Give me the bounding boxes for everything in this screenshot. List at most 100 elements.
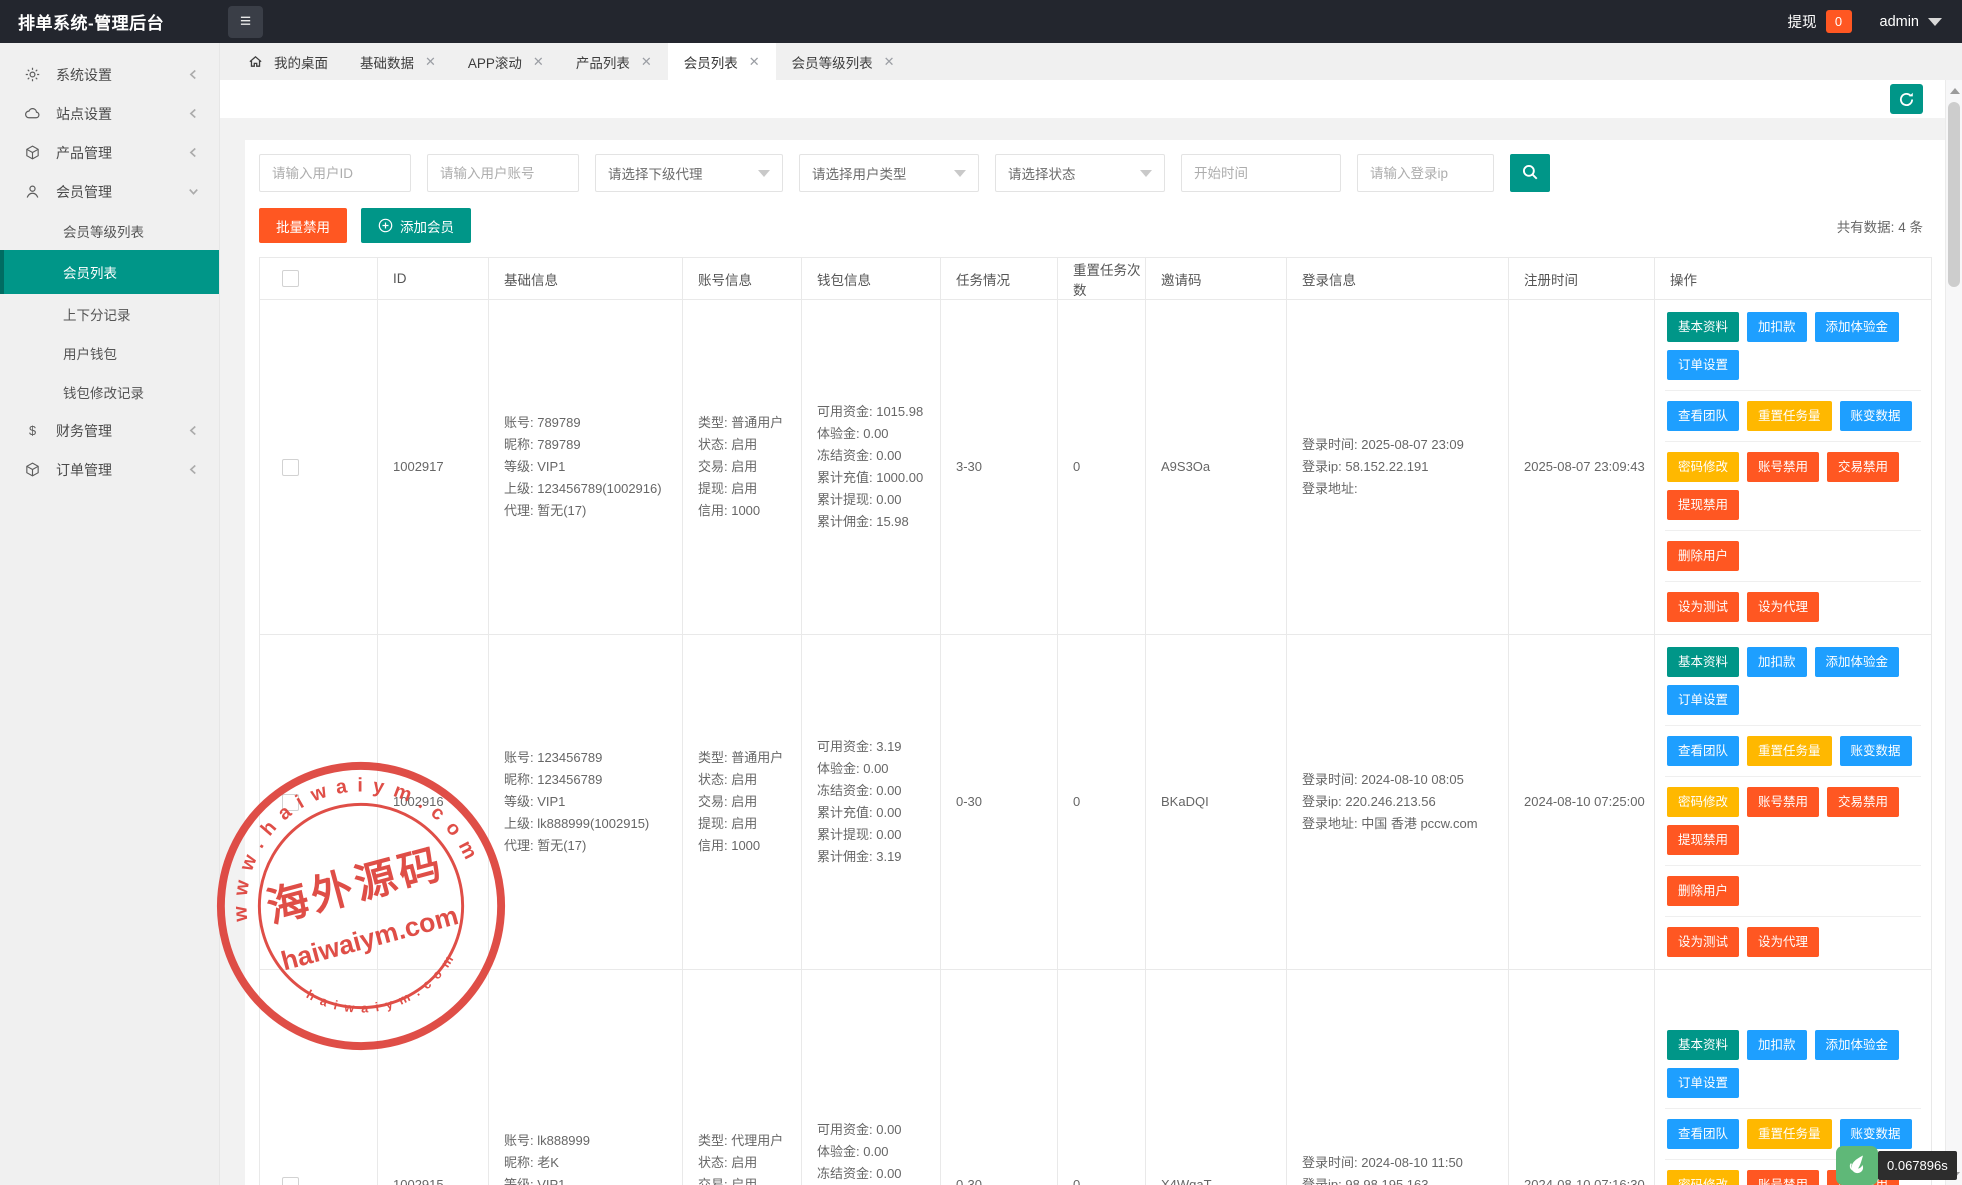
base-info-cell: 账号: 123456789昵称: 123456789等级: VIP1上级: lk…	[489, 635, 683, 970]
user-type-select[interactable]: 请选择用户类型	[799, 154, 979, 192]
action-button[interactable]: 基本资料	[1667, 1030, 1739, 1060]
action-button[interactable]: 重置任务量	[1747, 1119, 1832, 1149]
invite-code-cell: A9S3Oa	[1146, 300, 1287, 635]
info-line: 登录时间: 2025-08-07 23:09	[1302, 434, 1500, 456]
withdraw-count-badge: 0	[1826, 10, 1852, 33]
tab-close-icon[interactable]: ✕	[749, 55, 760, 68]
select-all-checkbox[interactable]	[282, 270, 299, 287]
info-line: 等级: VIP1	[504, 1174, 674, 1185]
action-button[interactable]: 账变数据	[1840, 1119, 1912, 1149]
action-button[interactable]: 查看团队	[1667, 1119, 1739, 1149]
action-button[interactable]: 添加体验金	[1815, 1030, 1900, 1060]
action-button[interactable]: 加扣款	[1747, 312, 1807, 342]
sidebar-subitem[interactable]: 会员列表	[0, 250, 219, 294]
tab-item[interactable]: 会员等级列表✕	[776, 43, 911, 80]
action-button[interactable]: 查看团队	[1667, 736, 1739, 766]
tab-item[interactable]: 我的桌面	[232, 43, 344, 80]
batch-disable-button[interactable]: 批量禁用	[259, 208, 347, 243]
tab-close-icon[interactable]: ✕	[641, 55, 652, 68]
scroll-up-arrow[interactable]	[1946, 82, 1962, 99]
row-select-cell	[260, 300, 378, 635]
action-button[interactable]: 删除用户	[1667, 876, 1739, 906]
status-select[interactable]: 请选择状态	[995, 154, 1165, 192]
reset-count-cell: 0	[1058, 635, 1146, 970]
agent-select[interactable]: 请选择下级代理	[595, 154, 783, 192]
action-button[interactable]: 账变数据	[1840, 736, 1912, 766]
user-account-input[interactable]	[427, 154, 579, 192]
sidebar-subitem[interactable]: 用户钱包	[0, 333, 219, 372]
tab-item[interactable]: 产品列表✕	[560, 43, 668, 80]
tab-item[interactable]: APP滚动✕	[452, 43, 560, 80]
add-member-label: 添加会员	[400, 216, 454, 236]
action-button[interactable]: 交易禁用	[1827, 452, 1899, 482]
action-button[interactable]: 查看团队	[1667, 401, 1739, 431]
info-line: 账号: lk888999	[504, 1130, 674, 1152]
sidebar-item[interactable]: 系统设置	[0, 55, 219, 94]
scrollbar-thumb[interactable]	[1948, 102, 1960, 287]
layui-logo-icon[interactable]	[1836, 1146, 1878, 1185]
action-button[interactable]: 重置任务量	[1747, 736, 1832, 766]
row-checkbox[interactable]	[282, 794, 299, 811]
action-button[interactable]: 删除用户	[1667, 541, 1739, 571]
tab-item[interactable]: 基础数据✕	[344, 43, 452, 80]
hamburger-menu-button[interactable]: ≡	[228, 6, 263, 38]
action-button[interactable]: 账变数据	[1840, 401, 1912, 431]
start-time-input[interactable]	[1181, 154, 1341, 192]
info-line: 上级: 123456789(1002916)	[504, 478, 674, 500]
action-button[interactable]: 设为代理	[1747, 927, 1819, 957]
user-id-input[interactable]	[259, 154, 411, 192]
row-checkbox[interactable]	[282, 459, 299, 476]
action-button[interactable]: 加扣款	[1747, 1030, 1807, 1060]
action-button[interactable]: 设为测试	[1667, 927, 1739, 957]
action-button[interactable]: 账号禁用	[1747, 452, 1819, 482]
sidebar-item[interactable]: 会员管理	[0, 172, 219, 211]
action-button[interactable]: 密码修改	[1667, 452, 1739, 482]
info-line: 可用资金: 0.00	[817, 1119, 932, 1141]
row-checkbox[interactable]	[282, 1177, 299, 1185]
action-button[interactable]: 账号禁用	[1747, 787, 1819, 817]
sidebar-subitem[interactable]: 会员等级列表	[0, 211, 219, 250]
action-button[interactable]: 提现禁用	[1667, 825, 1739, 855]
withdraw-menu[interactable]: 提现 0	[1788, 10, 1852, 33]
tab-close-icon[interactable]: ✕	[425, 55, 436, 68]
user-menu[interactable]: admin	[1880, 14, 1943, 30]
tab-item[interactable]: 会员列表✕	[668, 43, 776, 80]
sidebar-subitem[interactable]: 钱包修改记录	[0, 372, 219, 411]
action-button[interactable]: 基本资料	[1667, 312, 1739, 342]
home-icon	[248, 54, 263, 69]
action-button[interactable]: 订单设置	[1667, 350, 1739, 380]
search-button[interactable]	[1510, 154, 1550, 192]
action-button[interactable]: 添加体验金	[1815, 647, 1900, 677]
action-button[interactable]: 账号禁用	[1747, 1170, 1819, 1185]
tab-close-icon[interactable]: ✕	[884, 55, 895, 68]
sidebar-item[interactable]: 订单管理	[0, 450, 219, 489]
sidebar-item[interactable]: $财务管理	[0, 411, 219, 450]
action-button[interactable]: 设为代理	[1747, 592, 1819, 622]
sidebar-subitem[interactable]: 上下分记录	[0, 294, 219, 333]
refresh-button[interactable]	[1890, 84, 1923, 114]
info-line: 代理: 暂无(17)	[504, 835, 674, 857]
sidebar-subitem-label: 会员列表	[63, 262, 117, 282]
login-ip-input[interactable]	[1357, 154, 1494, 192]
info-line: 登录地址: 中国 香港 pccw.com	[1302, 813, 1500, 835]
action-button[interactable]: 设为测试	[1667, 592, 1739, 622]
add-member-button[interactable]: 添加会员	[361, 208, 471, 243]
info-line: 等级: VIP1	[504, 791, 674, 813]
tab-close-icon[interactable]: ✕	[533, 55, 544, 68]
action-button[interactable]: 订单设置	[1667, 685, 1739, 715]
action-button[interactable]: 重置任务量	[1747, 401, 1832, 431]
gear-icon	[24, 66, 41, 83]
action-button[interactable]: 加扣款	[1747, 647, 1807, 677]
action-button[interactable]: 提现禁用	[1667, 490, 1739, 520]
vertical-scrollbar[interactable]	[1945, 80, 1962, 1185]
column-header: 邀请码	[1146, 258, 1287, 300]
action-button[interactable]: 密码修改	[1667, 1170, 1739, 1185]
action-button[interactable]: 交易禁用	[1827, 787, 1899, 817]
sidebar-item[interactable]: 站点设置	[0, 94, 219, 133]
action-button[interactable]: 基本资料	[1667, 647, 1739, 677]
reset-count-cell: 0	[1058, 970, 1146, 1185]
sidebar-item[interactable]: 产品管理	[0, 133, 219, 172]
action-button[interactable]: 添加体验金	[1815, 312, 1900, 342]
action-button[interactable]: 密码修改	[1667, 787, 1739, 817]
action-button[interactable]: 订单设置	[1667, 1068, 1739, 1098]
